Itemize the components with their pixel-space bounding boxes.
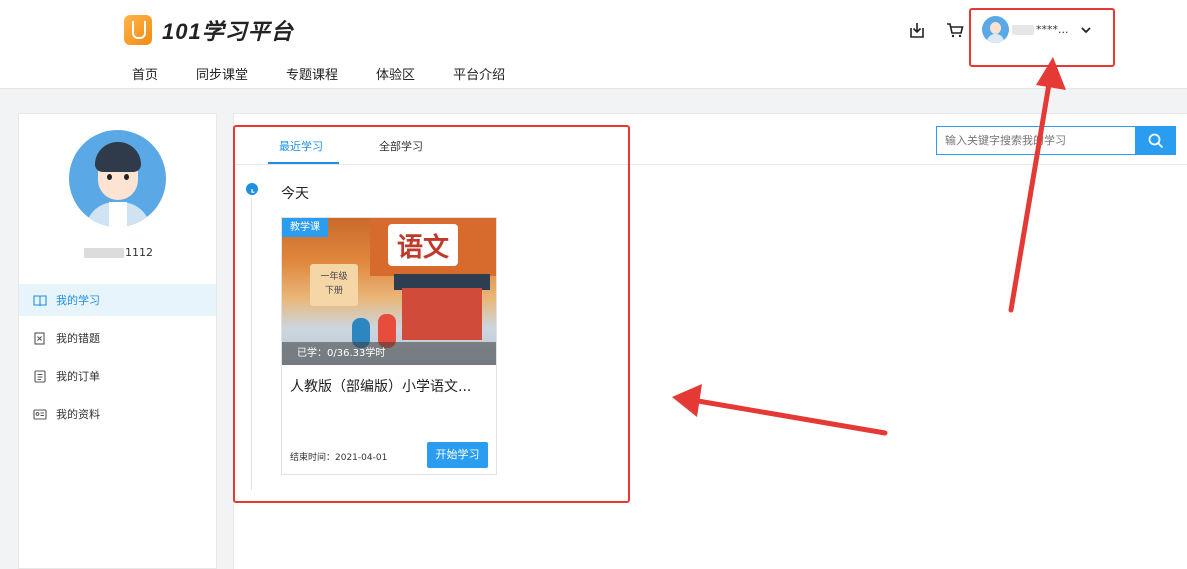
annotation-arrow-up	[1008, 57, 1066, 313]
annotation-arrow-left	[672, 384, 888, 436]
annotation-arrows	[672, 57, 1066, 436]
